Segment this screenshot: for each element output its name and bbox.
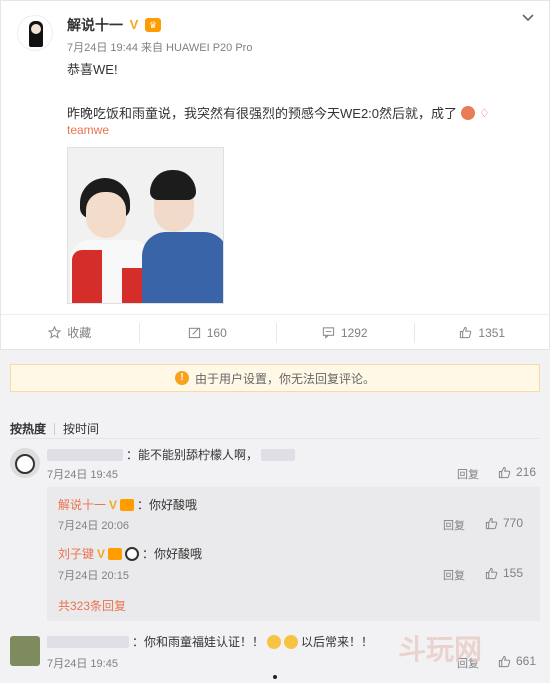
post-meta: 7月24日 19:44 来自 HUAWEI P20 Pro bbox=[67, 42, 253, 54]
commenter-avatar[interactable] bbox=[10, 636, 40, 666]
like-count: 1351 bbox=[478, 325, 506, 340]
comment-sort-tabs: 按热度 按时间 bbox=[10, 420, 99, 437]
reply-button[interactable]: 回复 bbox=[443, 567, 465, 583]
comment-like-button[interactable]: 661 bbox=[498, 654, 536, 668]
chevron-down-icon[interactable] bbox=[521, 11, 535, 25]
blurred-username bbox=[47, 448, 123, 461]
comment-like-button[interactable]: 770 bbox=[485, 516, 523, 530]
comment-body: ：能不能别舔柠檬人啊， bbox=[126, 448, 259, 462]
comment-body-end: 以后常来！！ bbox=[301, 635, 374, 649]
verified-v-icon: V bbox=[129, 17, 139, 32]
commenter-avatar[interactable] bbox=[10, 448, 40, 478]
reply-button[interactable]: 回复 bbox=[443, 517, 465, 533]
sub-comment-author[interactable]: 解说十一 bbox=[58, 496, 106, 513]
comment-body: ：你和雨童福娃认证！！ bbox=[132, 635, 265, 649]
member-crown-icon bbox=[108, 547, 123, 560]
thumbs-up-icon bbox=[498, 655, 511, 667]
tab-sort-hot[interactable]: 按热度 bbox=[10, 420, 46, 437]
weibo-post: 解说十一 V ♛ 7月24日 19:44 来自 HUAWEI P20 Pro 恭… bbox=[0, 0, 550, 350]
sort-divider bbox=[54, 422, 56, 435]
post-action-bar: 收藏 160 1292 1351 bbox=[1, 314, 550, 350]
comment-like-count: 770 bbox=[503, 516, 524, 530]
member-crown-icon bbox=[120, 498, 135, 511]
comment-text: ：能不能别舔柠檬人啊， bbox=[47, 446, 296, 463]
like-button[interactable]: 1351 bbox=[413, 315, 550, 350]
post-text-body: 昨晚吃饭和雨童说，我突然有很强烈的预感今天WE2:0然后就，成了 bbox=[67, 106, 458, 121]
comment-like-count: 155 bbox=[503, 566, 524, 580]
star-icon bbox=[48, 326, 62, 339]
post-text-line1: 恭喜WE! bbox=[67, 62, 118, 77]
repost-button[interactable]: 160 bbox=[138, 315, 277, 350]
diamond-icon: ♢ bbox=[479, 105, 490, 120]
verified-v-icon: V bbox=[109, 497, 118, 512]
favorite-button[interactable]: 收藏 bbox=[1, 315, 139, 350]
sub-comment: 解说十一 V ：你好酸哦 bbox=[58, 496, 197, 513]
comment-like-button[interactable]: 155 bbox=[485, 566, 523, 580]
more-replies-link[interactable]: 共323条回复 bbox=[58, 597, 126, 614]
member-crown-icon: ♛ bbox=[145, 18, 161, 32]
panda-icon bbox=[125, 546, 140, 561]
post-text-line2: 昨晚吃饭和雨童说，我突然有很强烈的预感今天WE2:0然后就，成了 ♢ bbox=[67, 103, 490, 122]
sort-divider-line bbox=[10, 438, 540, 439]
favorite-label: 收藏 bbox=[67, 326, 92, 340]
sub-comment-date: 7月24日 20:06 bbox=[58, 520, 129, 532]
thumbs-up-icon bbox=[498, 466, 511, 478]
author-name[interactable]: 解说十一 bbox=[67, 15, 123, 35]
notice-text: 由于用户设置，你无法回复评论。 bbox=[194, 371, 375, 386]
author-avatar[interactable] bbox=[17, 15, 53, 51]
sub-comment-body: ：你好酸哦 bbox=[137, 498, 198, 512]
warning-icon: ! bbox=[174, 371, 189, 385]
sub-comment-body: ：你好酸哦 bbox=[142, 547, 203, 561]
thumbs-up-icon bbox=[460, 326, 472, 339]
thumbs-up-icon bbox=[485, 567, 498, 579]
comment-like-button[interactable]: 216 bbox=[498, 465, 536, 479]
blurred-text bbox=[261, 448, 296, 461]
comment-date: 7月24日 19:45 bbox=[47, 658, 118, 670]
repost-count: 160 bbox=[206, 325, 227, 340]
verified-v-icon: V bbox=[97, 546, 106, 561]
post-tag-link[interactable]: teamwe bbox=[67, 123, 109, 137]
blurred-username bbox=[47, 635, 129, 648]
emoji-icon bbox=[461, 105, 476, 120]
reply-button[interactable]: 回复 bbox=[457, 466, 479, 482]
sub-comment-author[interactable]: 刘子键 bbox=[58, 545, 94, 562]
comment-date: 7月24日 19:45 bbox=[47, 469, 118, 481]
comment-like-count: 216 bbox=[516, 465, 537, 479]
crying-emoji-icon bbox=[284, 634, 299, 649]
comment-icon bbox=[322, 327, 335, 339]
post-photo[interactable] bbox=[67, 147, 224, 304]
photo-person-left bbox=[70, 178, 152, 303]
comment-text: ：你和雨童福娃认证！！ 以后常来！！ bbox=[47, 633, 373, 650]
tab-sort-time[interactable]: 按时间 bbox=[63, 420, 99, 437]
crying-emoji-icon bbox=[267, 634, 282, 649]
sub-comment: 刘子键 V ：你好酸哦 bbox=[58, 545, 202, 562]
reply-restriction-notice: ! 由于用户设置，你无法回复评论。 bbox=[10, 364, 540, 392]
comment-like-count: 661 bbox=[516, 654, 537, 668]
thumbs-up-icon bbox=[485, 517, 498, 529]
scroll-dot bbox=[273, 675, 277, 679]
share-icon bbox=[188, 327, 200, 339]
sub-comment-date: 7月24日 20:15 bbox=[58, 570, 129, 582]
author-row: 解说十一 V ♛ bbox=[67, 15, 161, 35]
watermark: 斗玩网 bbox=[398, 634, 483, 665]
comment-button[interactable]: 1292 bbox=[276, 315, 414, 350]
photo-person-right bbox=[142, 170, 223, 303]
comment-count: 1292 bbox=[340, 325, 368, 340]
